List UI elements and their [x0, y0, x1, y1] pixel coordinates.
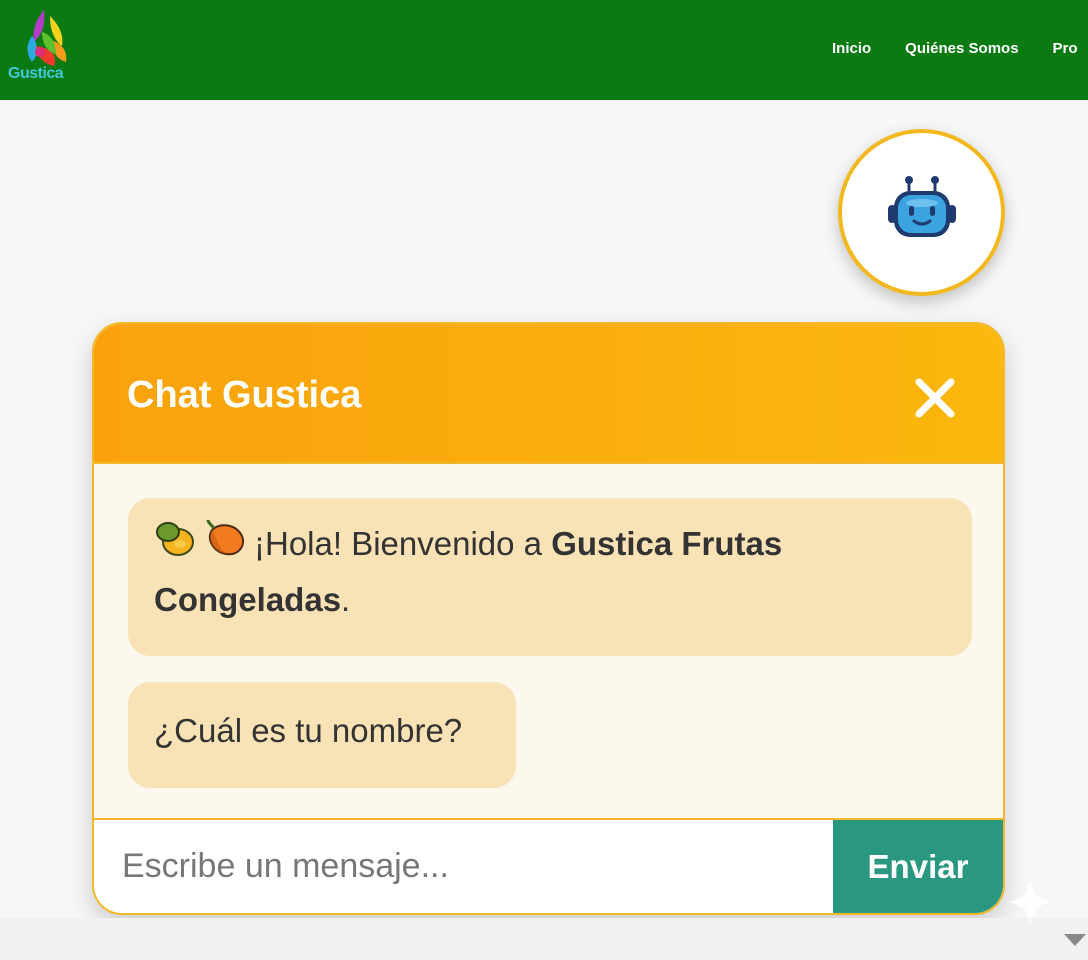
welcome-brand-line2: Congeladas [154, 581, 342, 619]
mango-icon [204, 518, 248, 574]
top-navbar: Gustica Inicio Quiénes Somos Pro [0, 0, 1088, 100]
welcome-suffix: . [341, 581, 351, 619]
nav-quienes-somos[interactable]: Quiénes Somos [905, 40, 1018, 57]
chatbot-toggle-button[interactable] [838, 129, 1005, 296]
chat-title: Chat Gustica [127, 374, 362, 416]
nav-productos[interactable]: Pro [1053, 40, 1078, 57]
papaya-icon [154, 518, 198, 574]
nav-inicio[interactable]: Inicio [832, 40, 871, 57]
chat-input-row: Enviar [94, 818, 1003, 913]
brand-name: Gustica [8, 65, 64, 82]
sparkle-icon [1006, 878, 1054, 926]
bottom-strip [0, 918, 1088, 960]
close-icon [915, 378, 955, 418]
scroll-down-icon[interactable] [1064, 934, 1086, 946]
welcome-text: ¡Hola! Bienvenido a [254, 525, 552, 562]
chat-header: Chat Gustica [94, 324, 1003, 464]
message-input[interactable] [94, 820, 833, 913]
send-button[interactable]: Enviar [833, 820, 1003, 913]
message-list: ¡Hola! Bienvenido a Gustica Frutas Congel… [94, 466, 1003, 820]
bot-message-question: ¿Cuál es tu nombre? [128, 682, 516, 788]
close-button[interactable] [911, 374, 959, 422]
robot-icon [887, 175, 956, 237]
question-text: ¿Cuál es tu nombre? [154, 712, 463, 749]
main-nav: Inicio Quiénes Somos Pro [832, 40, 1088, 57]
chat-window: Chat Gustica ¡Hola! Bienvenido a Gustica… [92, 322, 1005, 915]
welcome-brand-line1: Gustica Frutas [551, 525, 783, 562]
bot-message-welcome: ¡Hola! Bienvenido a Gustica Frutas Congel… [128, 498, 972, 656]
